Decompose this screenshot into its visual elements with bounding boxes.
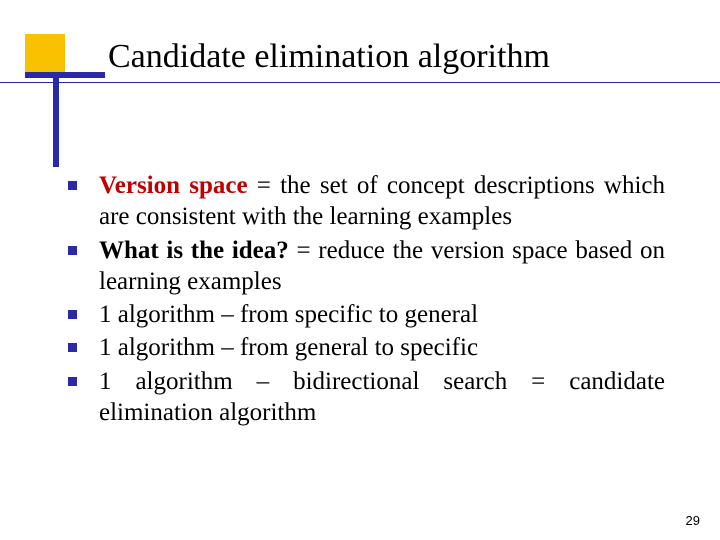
ornament-blue-vertical: [53, 72, 59, 167]
bullet-list: Version space = the set of concept descr…: [68, 170, 665, 430]
list-item-text: 1 algorithm – from general to specific: [99, 332, 665, 363]
bullet-icon: [68, 310, 77, 319]
list-item-text: 1 algorithm – from specific to general: [99, 299, 665, 330]
item-rest: 1 algorithm – from specific to general: [99, 301, 478, 328]
bullet-icon: [68, 343, 77, 352]
item-rest: 1 algorithm – bidirectional search = can…: [99, 368, 665, 426]
list-item: What is the idea? = reduce the version s…: [68, 235, 665, 298]
title-underline: [0, 82, 720, 83]
page-number: 29: [686, 513, 700, 528]
term-highlight: Version space: [99, 172, 248, 199]
slide-title: Candidate elimination algorithm: [108, 38, 680, 76]
item-rest: 1 algorithm – from general to specific: [99, 334, 478, 361]
slide-ornament: [25, 34, 95, 134]
list-item-text: 1 algorithm – bidirectional search = can…: [99, 366, 665, 429]
list-item: 1 algorithm – from general to specific: [68, 332, 665, 363]
bullet-icon: [68, 181, 77, 190]
ornament-blue-horizontal: [25, 72, 105, 78]
list-item-text: What is the idea? = reduce the version s…: [99, 235, 665, 298]
bullet-icon: [68, 246, 77, 255]
ornament-yellow-square: [25, 34, 65, 74]
list-item-text: Version space = the set of concept descr…: [99, 170, 665, 233]
list-item: 1 algorithm – bidirectional search = can…: [68, 366, 665, 429]
list-item: Version space = the set of concept descr…: [68, 170, 665, 233]
list-item: 1 algorithm – from specific to general: [68, 299, 665, 330]
term-highlight: What is the idea?: [99, 237, 289, 264]
bullet-icon: [68, 377, 77, 386]
